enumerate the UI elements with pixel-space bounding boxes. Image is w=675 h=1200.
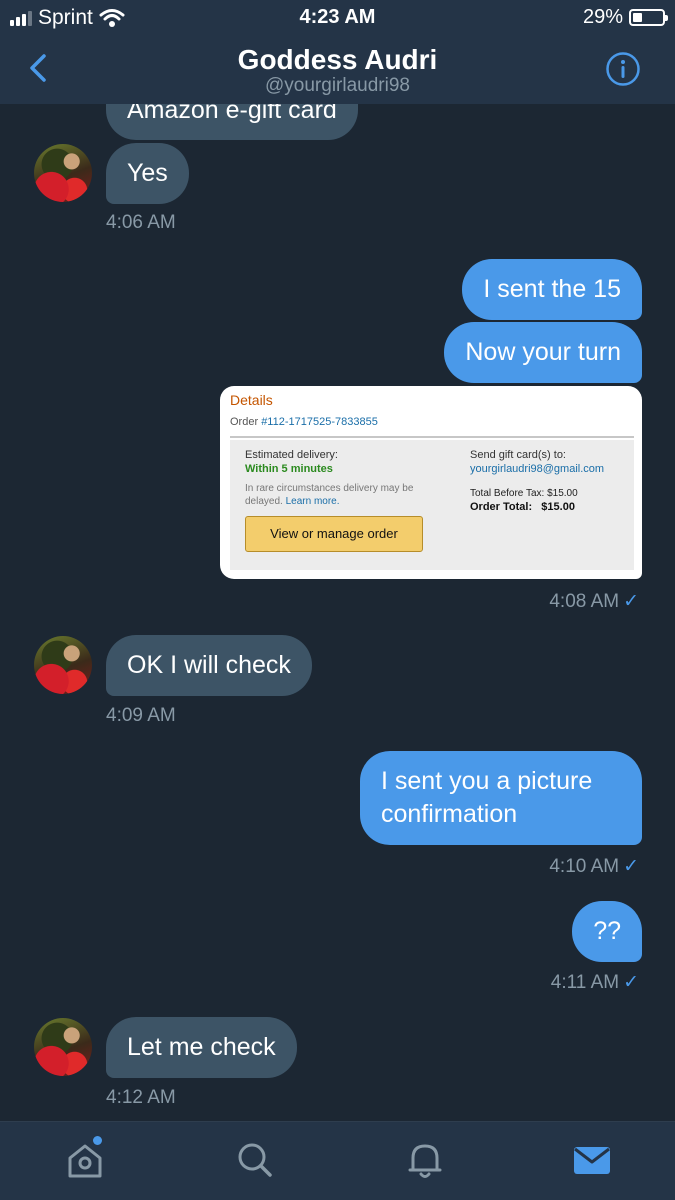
- receipt-divider: [230, 436, 634, 438]
- receipt-within: Within 5 minutes: [245, 463, 333, 475]
- receipt-estimated-delivery: Estimated delivery:: [245, 449, 338, 461]
- receipt-order-number: #112-1717525-7833855: [261, 416, 378, 428]
- receipt-details-heading: Details: [230, 392, 273, 408]
- avatar[interactable]: [34, 1018, 92, 1076]
- conversation-title: Goddess Audri: [237, 44, 438, 75]
- message-timestamp: 4:11 AM ✓: [550, 972, 639, 993]
- message-timestamp: 4:12 AM: [106, 1087, 176, 1108]
- header: Sprint 4:23 AM 29% Goddess Audri @yourgi…: [0, 0, 675, 104]
- bell-icon[interactable]: [403, 1138, 447, 1182]
- message-text-line: confirmation: [381, 800, 518, 828]
- conversation-handle: @yourgirlaudri98: [265, 75, 410, 96]
- message-text: OK I will check: [127, 651, 291, 679]
- message-outgoing[interactable]: Now your turn: [444, 322, 642, 383]
- read-check-icon: ✓: [623, 856, 639, 877]
- message-timestamp: 4:10 AM ✓: [549, 856, 639, 877]
- receipt-send-to: Send gift card(s) to:: [470, 449, 566, 461]
- battery-fill: [633, 13, 643, 22]
- avatar[interactable]: [34, 144, 92, 202]
- message-text: Let me check: [127, 1033, 276, 1061]
- info-icon[interactable]: [605, 51, 641, 87]
- receipt-total-before-tax: Total Before Tax: $15.00: [470, 488, 578, 499]
- read-check-icon: ✓: [623, 591, 639, 612]
- home-icon[interactable]: [63, 1138, 107, 1182]
- message-outgoing[interactable]: ??: [572, 901, 642, 962]
- message-timestamp: 4:06 AM: [106, 212, 176, 233]
- receipt-order: Order #112-1717525-7833855: [230, 416, 378, 428]
- message-text: ??: [593, 917, 621, 945]
- message-image-receipt[interactable]: Details Order #112-1717525-7833855 Estim…: [220, 386, 642, 579]
- read-check-icon: ✓: [623, 972, 639, 993]
- receipt-panel: Estimated delivery: Within 5 minutes In …: [230, 440, 634, 570]
- search-icon[interactable]: [233, 1138, 277, 1182]
- status-time: 4:23 AM: [299, 6, 376, 28]
- tab-bar: [0, 1121, 675, 1200]
- learn-more-link: Learn more.: [285, 496, 340, 507]
- message-incoming[interactable]: Let me check: [106, 1017, 297, 1078]
- notification-dot: [93, 1136, 102, 1145]
- message-text: Yes: [127, 159, 168, 187]
- message-incoming[interactable]: Yes: [106, 143, 189, 204]
- receipt-rare-note: In rare circumstances delivery may be de…: [245, 483, 414, 507]
- status-bar: Sprint 4:23 AM 29%: [0, 0, 675, 34]
- message-incoming[interactable]: OK I will check: [106, 635, 312, 696]
- message-timestamp: 4:09 AM: [106, 705, 176, 726]
- message-outgoing[interactable]: I sent the 15: [462, 259, 642, 320]
- receipt-email: yourgirlaudri98@gmail.com: [470, 463, 605, 475]
- battery-icon: [629, 9, 668, 26]
- battery-group: 29%: [582, 6, 668, 29]
- message-timestamp: 4:08 AM ✓: [549, 591, 639, 612]
- message-outgoing[interactable]: I sent you a picture confirmation: [360, 751, 642, 845]
- message-text-line: I sent you a picture: [381, 767, 593, 795]
- avatar[interactable]: [34, 636, 92, 694]
- mail-icon[interactable]: [570, 1138, 614, 1182]
- message-text: Now your turn: [465, 338, 621, 366]
- view-manage-order-button: View or manage order: [245, 516, 423, 552]
- battery-percent: 29%: [582, 6, 623, 28]
- receipt-order-total: Order Total: $15.00: [470, 501, 575, 513]
- message-text: I sent the 15: [483, 275, 621, 303]
